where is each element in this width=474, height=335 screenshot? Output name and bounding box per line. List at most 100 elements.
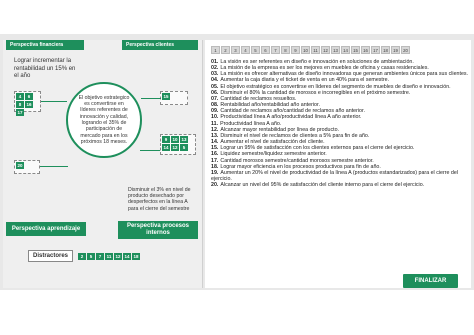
statement-text: Disminuir el nivel de reclamos de client… xyxy=(220,132,370,139)
statement-text: Productividad línea A año. xyxy=(220,120,282,127)
answer-chip[interactable]: 20 xyxy=(16,162,24,169)
answer-chip[interactable]: 5 xyxy=(87,252,96,260)
answer-chip[interactable]: 9 xyxy=(162,136,170,143)
strategic-objective-circle: El objetivo estrategico es convertirse e… xyxy=(66,82,142,158)
clients-drop-zone[interactable]: 15 xyxy=(160,91,188,105)
number-slot[interactable]: 8 xyxy=(281,46,290,54)
answer-chip[interactable]: 7 xyxy=(96,252,105,260)
financial-objective: Lograr incrementar la rentabilidad un 15… xyxy=(14,58,76,79)
number-slot[interactable]: 16 xyxy=(361,46,370,54)
statement-number: 08. xyxy=(211,102,219,109)
number-slot[interactable]: 4 xyxy=(241,46,250,54)
statement-number: 06. xyxy=(211,89,219,96)
answer-chip[interactable]: 5 xyxy=(180,144,188,151)
number-slot[interactable]: 10 xyxy=(301,46,310,54)
number-slot[interactable]: 13 xyxy=(331,46,340,54)
answer-chip[interactable]: 2 xyxy=(78,252,87,260)
statement-text: Aumentar el nivel de satisfacción del cl… xyxy=(220,139,325,146)
statement-number: 17. xyxy=(211,157,219,164)
statement-text: El objetivo estratégico es convertirse e… xyxy=(220,83,451,90)
statement-text: Disminuir el 80% la cantidad de morosos … xyxy=(220,89,411,96)
number-slot[interactable]: 5 xyxy=(251,46,260,54)
statement-number: 18. xyxy=(211,163,219,170)
answer-chip[interactable]: 12 xyxy=(171,144,179,151)
financial-drop-zone[interactable]: 4 6 8 16 17 xyxy=(14,91,41,116)
statement-number: 01. xyxy=(211,59,219,65)
process-title: Perspectiva procesos internos xyxy=(118,221,198,239)
number-slot[interactable]: 12 xyxy=(321,46,330,54)
answer-chip[interactable]: 11 xyxy=(105,252,114,260)
connector-line xyxy=(140,150,160,151)
statement-text: La misión de la empresa es ser los mejor… xyxy=(220,65,429,72)
statement-text: Alcanzar mayor rentabilidad por línea de… xyxy=(220,126,340,133)
statement-text: Cantidad de reclamos resueltos. xyxy=(220,95,297,102)
number-slot[interactable]: 14 xyxy=(341,46,350,54)
statement-number: 02. xyxy=(211,65,219,72)
statement-text: Rentabilidad año/rentabilidad año anteri… xyxy=(220,102,320,109)
process-drop-zone[interactable]: 9 10 13 14 12 5 xyxy=(160,134,196,155)
statement-number: 03. xyxy=(211,71,219,78)
number-slot[interactable]: 18 xyxy=(381,46,390,54)
answer-chip[interactable]: 8 xyxy=(16,101,24,108)
answer-chip[interactable]: 12 xyxy=(114,252,123,260)
statement-number: 14. xyxy=(211,139,219,146)
answer-chip[interactable]: 13 xyxy=(180,136,188,143)
learning-drop-zone[interactable]: 20 xyxy=(14,160,40,174)
statement-number: 09. xyxy=(211,108,219,115)
statement-text: Lograr un 95% de satisfacción con los cl… xyxy=(220,145,415,152)
statement-text: Alcanzar un nivel del 95% de satisfacció… xyxy=(220,182,425,189)
answer-chip[interactable]: 10 xyxy=(171,136,179,143)
answer-chip[interactable]: 16 xyxy=(25,101,33,108)
answer-chip[interactable]: 6 xyxy=(25,93,33,100)
number-slot[interactable]: 9 xyxy=(291,46,300,54)
statement-number: 07. xyxy=(211,95,219,102)
distractors-label: Distractores xyxy=(28,250,74,262)
answer-chip[interactable]: 18 xyxy=(132,252,141,260)
number-slot[interactable]: 1 xyxy=(211,46,220,54)
answer-chip[interactable]: 4 xyxy=(16,93,24,100)
connector-line xyxy=(41,101,67,102)
statement-number: 13. xyxy=(211,132,219,139)
number-slot[interactable]: 19 xyxy=(391,46,400,54)
answer-chip[interactable]: 17 xyxy=(16,109,24,116)
statement-text: Aumentar la caja diaria y el ticket de v… xyxy=(220,77,390,84)
number-slot[interactable]: 7 xyxy=(271,46,280,54)
statement-number: 11. xyxy=(211,120,219,127)
distractors-row: Distractores 2 5 7 11 12 14 18 xyxy=(28,248,198,264)
statement-number: 10. xyxy=(211,114,219,121)
statement-number: 16. xyxy=(211,151,219,158)
statements-list: 01. La visión es ser referentes en diseño… xyxy=(211,59,469,188)
number-slot[interactable]: 2 xyxy=(221,46,230,54)
statement-number: 04. xyxy=(211,77,219,84)
process-objective: Disminuir el 3% en nivel de producto des… xyxy=(128,187,191,212)
statement-item: 19. Aumentar un 20% el nivel de productiv… xyxy=(211,170,469,182)
number-slot[interactable]: 3 xyxy=(231,46,240,54)
clients-header: Perspectiva clientes xyxy=(122,40,198,50)
statement-text: Productividad línea A año/productividad … xyxy=(220,114,362,121)
statement-text: La misión es ofrecer alternativas de dis… xyxy=(220,71,469,78)
answer-chip[interactable]: 14 xyxy=(162,144,170,151)
number-slot[interactable]: 11 xyxy=(311,46,320,54)
answer-chip[interactable]: 14 xyxy=(123,252,132,260)
finalize-button[interactable]: FINALIZAR xyxy=(403,274,458,288)
number-slot[interactable]: 17 xyxy=(371,46,380,54)
answer-chip[interactable]: 15 xyxy=(162,93,170,100)
distractors-drop-zone[interactable]: 2 5 7 11 12 14 18 xyxy=(78,252,141,260)
statement-number: 20. xyxy=(211,182,219,189)
statement-number: 12. xyxy=(211,126,219,133)
statement-text: Aumentar un 20% el nivel de productivida… xyxy=(211,169,458,182)
connector-line xyxy=(141,98,161,99)
learning-title: Perspectiva aprendizaje xyxy=(6,222,86,236)
statement-text: Lograr mayor eficiencia en los procesos … xyxy=(220,163,381,170)
statement-text: Liquidez semestre/liquidez semestre ante… xyxy=(220,151,327,158)
number-slot[interactable]: 20 xyxy=(401,46,410,54)
number-bar: 1 2 3 4 5 6 7 8 9 10 11 12 13 14 15 16 17 18 19 20 xyxy=(211,46,410,54)
statement-text: La visión es ser referentes en diseño e … xyxy=(220,59,414,65)
statement-number: 19. xyxy=(211,169,219,176)
statement-number: 15. xyxy=(211,145,219,152)
number-slot[interactable]: 15 xyxy=(351,46,360,54)
statement-number: 05. xyxy=(211,83,219,90)
statement-item: 20. Alcanzar un nivel del 95% de satisfac… xyxy=(211,182,469,188)
number-slot[interactable]: 6 xyxy=(261,46,270,54)
statement-text: Cantidad morosos semestre/cantidad moros… xyxy=(220,157,374,164)
